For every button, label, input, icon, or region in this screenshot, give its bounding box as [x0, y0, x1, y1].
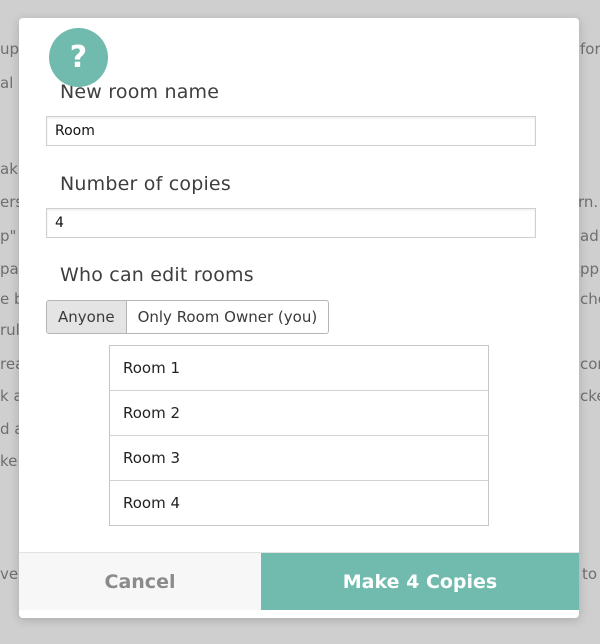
background-text-fragment: rul — [0, 321, 20, 339]
list-item: Room 2 — [110, 391, 488, 436]
room-preview-list: Room 1 Room 2 Room 3 Room 4 — [109, 345, 489, 526]
background-text-fragment: to — [582, 565, 598, 583]
background-text-fragment: pp — [580, 260, 600, 278]
background-text-fragment: ke — [0, 452, 18, 470]
copies-count-input[interactable] — [46, 208, 536, 238]
background-text-fragment: con — [580, 355, 600, 373]
background-text-fragment: pa — [0, 260, 19, 278]
list-item: Room 3 — [110, 436, 488, 481]
edit-access-toggle: Anyone Only Room Owner (you) — [46, 300, 330, 334]
background-text-fragment: up — [0, 40, 20, 58]
background-text-fragment: cke — [580, 387, 600, 405]
background-text-fragment: che — [580, 290, 600, 308]
copies-label: Number of copies — [60, 173, 231, 195]
edit-access-option-anyone[interactable]: Anyone — [47, 301, 127, 333]
edit-access-option-owner[interactable]: Only Room Owner (you) — [127, 301, 329, 333]
list-item: Room 1 — [110, 346, 488, 391]
background-text-fragment: ad — [580, 227, 599, 245]
help-glyph: ? — [69, 40, 88, 75]
cancel-button[interactable]: Cancel — [19, 553, 261, 610]
copy-rooms-dialog: ? New room name Number of copies Who can… — [19, 18, 579, 618]
background-text-fragment: for — [580, 40, 600, 58]
edit-access-label: Who can edit rooms — [60, 264, 254, 286]
dialog-footer: Cancel Make 4 Copies — [19, 552, 579, 610]
background-text-fragment: ak — [0, 160, 18, 178]
background-text-fragment: p" — [0, 227, 17, 245]
background-text-fragment: rn. — [578, 193, 599, 211]
room-name-input[interactable] — [46, 116, 536, 146]
question-mark-icon[interactable]: ? — [49, 28, 108, 87]
list-item: Room 4 — [123, 494, 181, 512]
make-copies-button[interactable]: Make 4 Copies — [261, 553, 579, 610]
